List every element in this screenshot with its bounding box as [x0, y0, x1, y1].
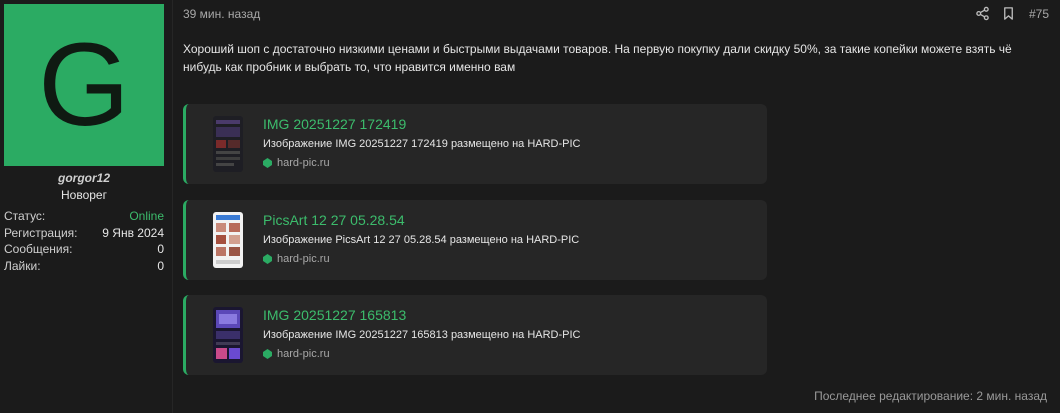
- embed-title-link[interactable]: IMG 20251227 165813: [263, 307, 406, 323]
- post-body: Хороший шоп с достаточно низкими ценами …: [183, 42, 1012, 74]
- site-favicon-icon: [263, 158, 272, 168]
- embed-site-domain: hard-pic.ru: [277, 253, 330, 265]
- stat-value: 0: [157, 242, 164, 256]
- stat-registration: Регистрация: 9 Янв 2024: [4, 225, 164, 242]
- post-time[interactable]: 39 мин. назад: [183, 7, 260, 21]
- link-embed-card[interactable]: IMG 20251227 172419 Изображение IMG 2025…: [183, 104, 767, 184]
- stat-messages: Сообщения: 0: [4, 241, 164, 258]
- user-stats: Статус: Online Регистрация: 9 Янв 2024 С…: [4, 208, 164, 274]
- embed-site-domain: hard-pic.ru: [277, 157, 330, 169]
- stat-label: Сообщения:: [4, 242, 73, 256]
- embed-thumbnail[interactable]: [213, 307, 243, 363]
- post-header: 39 мин. назад #75: [183, 6, 1049, 24]
- embed-description: Изображение PicsArt 12 27 05.28.54 разме…: [263, 234, 580, 246]
- share-icon[interactable]: [975, 6, 990, 21]
- embed-description: Изображение IMG 20251227 172419 размещен…: [263, 138, 581, 150]
- stat-status: Статус: Online: [4, 208, 164, 225]
- column-divider: [172, 0, 173, 413]
- embed-site[interactable]: hard-pic.ru: [263, 348, 330, 360]
- site-favicon-icon: [263, 349, 272, 359]
- embed-title-link[interactable]: IMG 20251227 172419: [263, 116, 406, 132]
- stat-label: Лайки:: [4, 258, 41, 273]
- embed-thumbnail[interactable]: [213, 116, 243, 172]
- embed-title-link[interactable]: PicsArt 12 27 05.28.54: [263, 212, 405, 228]
- embed-site[interactable]: hard-pic.ru: [263, 157, 330, 169]
- stat-value: 9 Янв 2024: [102, 225, 164, 240]
- stat-label: Статус:: [4, 209, 46, 223]
- user-sidebar: G gorgor12 Новорег Статус: Online Регист…: [0, 0, 172, 413]
- link-embed-card[interactable]: PicsArt 12 27 05.28.54 Изображение PicsA…: [183, 200, 767, 280]
- site-favicon-icon: [263, 254, 272, 264]
- stat-value: 0: [157, 258, 164, 273]
- bookmark-icon[interactable]: [1001, 6, 1016, 21]
- link-embed-card[interactable]: IMG 20251227 165813 Изображение IMG 2025…: [183, 295, 767, 375]
- stat-likes: Лайки: 0: [4, 258, 164, 275]
- user-role: Новорег: [61, 188, 107, 202]
- avatar[interactable]: G: [4, 4, 164, 166]
- embed-thumbnail[interactable]: [213, 212, 243, 268]
- embed-site-domain: hard-pic.ru: [277, 348, 330, 360]
- last-edited-note: Последнее редактирование: 2 мин. назад: [814, 389, 1047, 403]
- stat-value: Online: [129, 209, 164, 223]
- embed-description: Изображение IMG 20251227 165813 размещен…: [263, 329, 581, 341]
- embed-site[interactable]: hard-pic.ru: [263, 253, 330, 265]
- post-number-link[interactable]: #75: [1029, 7, 1049, 21]
- username[interactable]: gorgor12: [0, 171, 168, 185]
- stat-label: Регистрация:: [4, 225, 78, 240]
